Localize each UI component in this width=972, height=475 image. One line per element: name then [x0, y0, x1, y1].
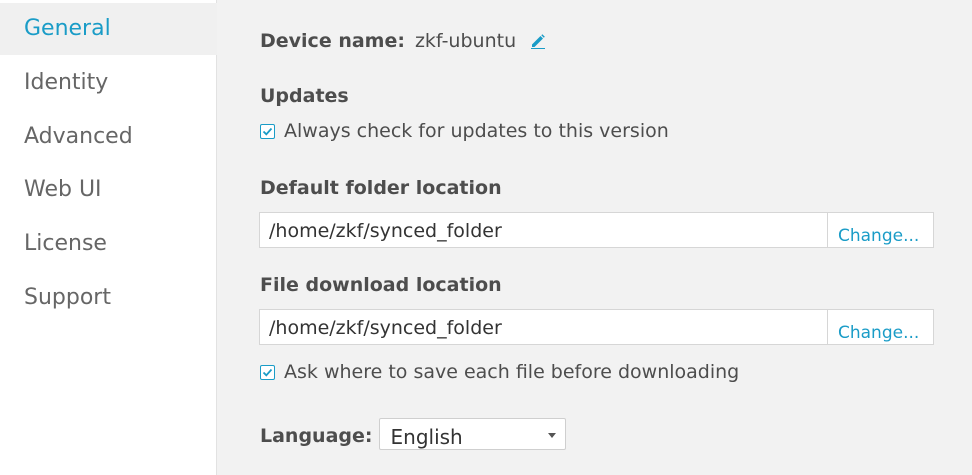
download-folder-field: Change... — [259, 309, 934, 345]
sidebar: General Identity Advanced Web UI License… — [0, 0, 217, 475]
sidebar-item-support[interactable]: Support — [0, 272, 217, 324]
device-name-row: Device name: zkf-ubuntu — [260, 30, 546, 54]
download-folder-title: File download location — [260, 274, 502, 296]
ask-save-checkbox-row[interactable]: Ask where to save each file before downl… — [259, 361, 739, 383]
sidebar-item-advanced[interactable]: Advanced — [0, 111, 217, 163]
ask-save-label: Ask where to save each file before downl… — [284, 361, 740, 383]
checkmark-icon — [262, 368, 273, 377]
general-settings-panel: Device name: zkf-ubuntu Updates Always ch… — [218, 0, 972, 475]
device-name-label: Device name: — [260, 30, 405, 52]
checkmark-icon — [262, 127, 273, 136]
sidebar-item-web-ui[interactable]: Web UI — [0, 164, 217, 216]
default-folder-input[interactable] — [260, 213, 827, 247]
sidebar-item-identity[interactable]: Identity — [0, 57, 217, 109]
sidebar-item-license[interactable]: License — [0, 218, 217, 270]
auto-update-label: Always check for updates to this version — [284, 120, 669, 142]
default-folder-field: Change... — [259, 212, 934, 248]
language-row: Language: English — [260, 418, 566, 450]
download-folder-change-button[interactable]: Change... — [827, 310, 933, 344]
ask-save-checkbox[interactable] — [260, 364, 275, 380]
sidebar-item-general[interactable]: General — [0, 3, 217, 55]
download-folder-input[interactable] — [260, 310, 827, 344]
language-select[interactable]: English — [378, 418, 566, 450]
pencil-icon[interactable] — [530, 32, 546, 54]
language-selected-value: English — [390, 425, 463, 449]
auto-update-checkbox[interactable] — [260, 123, 275, 139]
updates-title: Updates — [260, 85, 349, 107]
default-folder-title: Default folder location — [260, 177, 502, 199]
preferences-window: General Identity Advanced Web UI License… — [0, 0, 972, 475]
device-name-value: zkf-ubuntu — [414, 30, 517, 52]
dropdown-caret-icon — [547, 433, 556, 438]
default-folder-change-button[interactable]: Change... — [827, 213, 933, 247]
auto-update-checkbox-row[interactable]: Always check for updates to this version — [259, 120, 669, 142]
language-label: Language: — [260, 425, 373, 447]
